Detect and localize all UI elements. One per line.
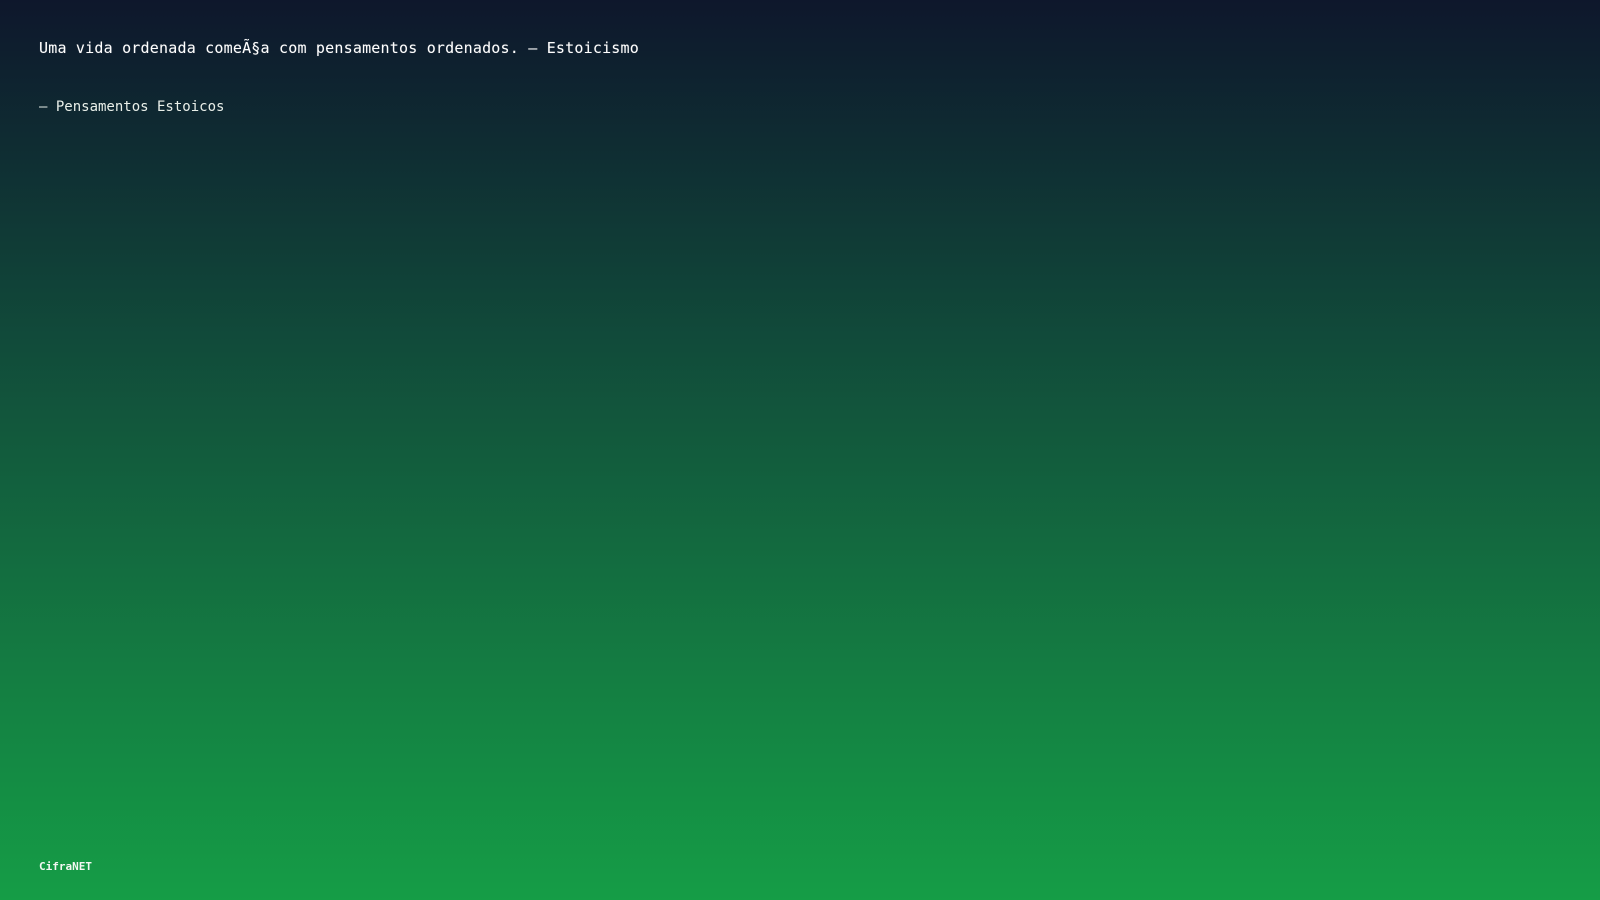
quote-text: Uma vida ordenada comeÃ§a com pensamento… <box>39 39 639 57</box>
quote-author: – Pensamentos Estoicos <box>39 99 225 115</box>
brand-label: CifraNET <box>39 860 92 873</box>
